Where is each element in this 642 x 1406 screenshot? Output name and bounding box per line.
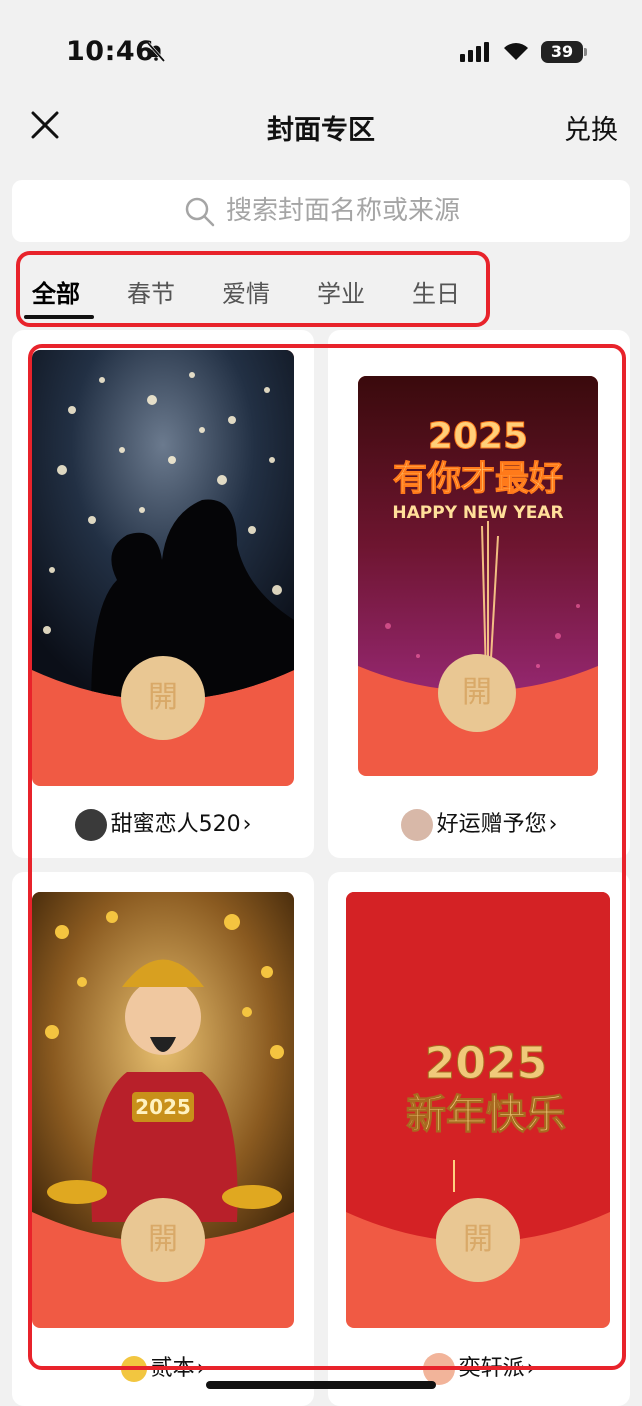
battery-nub: [584, 48, 587, 56]
source-avatar: [400, 809, 433, 841]
cover-source-link[interactable]: 贰本›: [12, 1350, 314, 1382]
cover-card[interactable]: 2025 新年快乐 開 奕轩派›: [328, 872, 630, 1406]
cover-headline-text: 有你才最好: [393, 459, 563, 499]
tab-love[interactable]: 爱情: [222, 274, 270, 309]
open-button: 開: [436, 1198, 520, 1282]
status-time: 10:46: [66, 36, 155, 67]
active-tab-underline: [24, 315, 94, 319]
chevron-right-icon: ›: [548, 812, 558, 837]
search-input[interactable]: [226, 180, 586, 242]
tab-birthday[interactable]: 生日: [412, 274, 460, 309]
chevron-right-icon: ›: [242, 812, 252, 837]
cover-source-link[interactable]: 好运赠予您›: [328, 806, 630, 841]
tab-all[interactable]: 全部: [32, 274, 80, 309]
cover-greeting-text: 新年快乐: [406, 1092, 566, 1138]
cover-source-link[interactable]: 甜蜜恋人520›: [12, 806, 314, 841]
open-button: 開: [121, 656, 205, 740]
cellular-signal-icon: [460, 42, 494, 62]
page-title: 封面专区: [267, 115, 375, 146]
source-name: 甜蜜恋人520: [110, 812, 241, 837]
cover-image: 2025 新年快乐 開: [346, 892, 610, 1328]
cover-card[interactable]: 2025 有你才最好 HAPPY NEW YEAR 開 好运赠予您›: [328, 330, 630, 858]
source-name: 好运赠予您: [436, 812, 547, 837]
cover-source-link[interactable]: 奕轩派›: [328, 1350, 630, 1385]
cover-year-text: 2025: [428, 416, 528, 457]
cover-image: 2025 有你才最好 HAPPY NEW YEAR 開: [358, 376, 598, 776]
search-bar[interactable]: [12, 180, 630, 242]
cover-year-text: 2025: [425, 1038, 547, 1089]
bell-muted-icon: [146, 42, 166, 62]
cover-image: 開: [32, 350, 294, 786]
status-bar: 10:46 39: [0, 0, 642, 100]
battery-icon: 39: [541, 41, 583, 63]
chevron-right-icon: ›: [196, 1356, 206, 1381]
home-indicator: [206, 1381, 436, 1389]
redeem-button[interactable]: 兑换: [564, 108, 618, 147]
cover-card[interactable]: 開 甜蜜恋人520›: [12, 330, 314, 858]
source-name: 贰本: [150, 1356, 195, 1381]
open-button: 開: [438, 654, 516, 732]
wifi-icon: [504, 43, 528, 60]
source-avatar: [74, 809, 107, 841]
tab-spring-festival[interactable]: 春节: [127, 274, 175, 309]
chevron-right-icon: ›: [526, 1356, 536, 1381]
search-icon: [185, 197, 215, 227]
cover-card[interactable]: 2025 開 贰本›: [12, 872, 314, 1406]
source-avatar: [120, 1356, 147, 1382]
source-name: 奕轩派: [458, 1356, 525, 1381]
cover-subline-text: HAPPY NEW YEAR: [392, 503, 563, 523]
cover-image: 2025 開: [32, 892, 294, 1328]
tab-study[interactable]: 学业: [317, 274, 365, 309]
cover-year-badge: 2025: [135, 1095, 191, 1119]
open-button: 開: [121, 1198, 205, 1282]
